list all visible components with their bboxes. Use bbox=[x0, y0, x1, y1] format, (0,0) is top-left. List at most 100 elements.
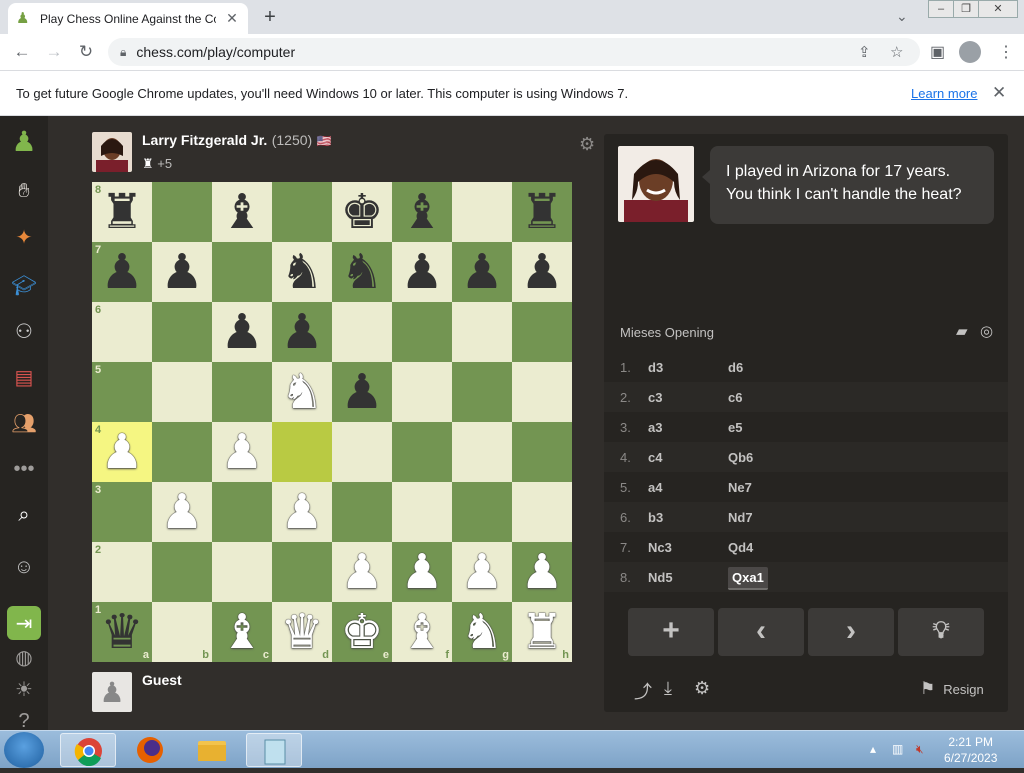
square-e4[interactable] bbox=[332, 422, 392, 482]
black-piece-g7[interactable]: ♟ bbox=[452, 242, 512, 302]
white-piece-b3[interactable]: ♟ bbox=[152, 482, 212, 542]
square-g6[interactable] bbox=[452, 302, 512, 362]
close-window-icon[interactable]: ✕ bbox=[978, 0, 1018, 18]
tray-expand-icon[interactable]: ▴ bbox=[870, 742, 876, 756]
square-g8[interactable] bbox=[452, 182, 512, 242]
learn-more-link[interactable]: Learn more bbox=[911, 86, 977, 101]
square-e6[interactable] bbox=[332, 302, 392, 362]
square-h4[interactable] bbox=[512, 422, 572, 482]
opening-book-icon[interactable]: ▰ bbox=[956, 322, 968, 340]
white-piece-f2[interactable]: ♟ bbox=[392, 542, 452, 602]
guest-avatar-pawn-icon[interactable]: ♟ bbox=[92, 672, 132, 712]
white-move[interactable]: Nd5 bbox=[648, 570, 728, 585]
square-a3[interactable]: 3 bbox=[92, 482, 152, 542]
black-move[interactable]: Nd7 bbox=[728, 510, 808, 525]
black-piece-a1[interactable]: ♛ bbox=[92, 602, 152, 662]
white-piece-a4[interactable]: ♟ bbox=[92, 422, 152, 482]
square-f5[interactable] bbox=[392, 362, 452, 422]
opponent-avatar[interactable] bbox=[92, 132, 132, 172]
white-piece-g2[interactable]: ♟ bbox=[452, 542, 512, 602]
white-move[interactable]: c4 bbox=[648, 450, 728, 465]
square-g5[interactable] bbox=[452, 362, 512, 422]
hint-lightbulb-button[interactable]: 💡︎ bbox=[898, 608, 984, 656]
tab-search-chevron-icon[interactable]: ⌄ bbox=[896, 8, 908, 25]
square-c2[interactable] bbox=[212, 542, 272, 602]
black-move[interactable]: Qd4 bbox=[728, 540, 808, 555]
opponent-name[interactable]: Larry Fitzgerald Jr. bbox=[142, 132, 267, 148]
add-friend-icon[interactable]: ☺ bbox=[9, 552, 39, 582]
black-move[interactable]: c6 bbox=[728, 390, 808, 405]
taskbar-chrome-icon[interactable] bbox=[60, 733, 116, 767]
player-name[interactable]: Guest bbox=[142, 672, 182, 688]
white-move[interactable]: a4 bbox=[648, 480, 728, 495]
black-move[interactable]: Qxa1 bbox=[728, 566, 808, 590]
close-tab-icon[interactable]: ✕ bbox=[224, 10, 240, 27]
square-b5[interactable] bbox=[152, 362, 212, 422]
new-tab-button[interactable]: + bbox=[258, 5, 282, 29]
learn-graduation-cap-icon[interactable]: 🎓︎ bbox=[9, 270, 39, 300]
language-globe-icon[interactable]: ◍ bbox=[9, 642, 39, 672]
square-d8[interactable] bbox=[272, 182, 332, 242]
bookmark-star-icon[interactable]: ☆ bbox=[890, 43, 903, 61]
chess-board[interactable]: 8 7 6 5 4 3 2 1 a b c d e f g h ♜ ♝ ♚ ♝ ♜ ♟ ♟ ♞ ♞ ♟ ♟ ♟ ♟ ♟ ♞ ♟ ♟ ♟ ♟ ♟ ♟ ♟ ♟ ♟… bbox=[92, 182, 572, 662]
square-c3[interactable] bbox=[212, 482, 272, 542]
square-c5[interactable] bbox=[212, 362, 272, 422]
white-move[interactable]: b3 bbox=[648, 510, 728, 525]
system-clock[interactable]: 2:21 PM 6/27/2023 bbox=[944, 734, 997, 766]
square-f3[interactable] bbox=[392, 482, 452, 542]
download-icon[interactable]: ⤓ bbox=[664, 678, 672, 699]
share-icon[interactable]: ⇪ bbox=[858, 43, 871, 61]
white-move[interactable]: c3 bbox=[648, 390, 728, 405]
black-piece-b7[interactable]: ♟ bbox=[152, 242, 212, 302]
white-piece-c4[interactable]: ♟ bbox=[212, 422, 272, 482]
black-piece-e5[interactable]: ♟ bbox=[332, 362, 392, 422]
black-piece-c8[interactable]: ♝ bbox=[212, 182, 272, 242]
news-icon[interactable]: ▤ bbox=[9, 362, 39, 392]
white-piece-c1[interactable]: ♝ bbox=[212, 602, 272, 662]
square-h6[interactable] bbox=[512, 302, 572, 362]
square-g4[interactable] bbox=[452, 422, 512, 482]
taskbar-notepad-icon[interactable] bbox=[246, 733, 302, 767]
social-icon[interactable]: 👥︎ bbox=[9, 408, 39, 438]
theme-sun-icon[interactable]: ☀ bbox=[9, 674, 39, 704]
square-h5[interactable] bbox=[512, 362, 572, 422]
black-move[interactable]: Qb6 bbox=[728, 450, 808, 465]
black-move[interactable]: Ne7 bbox=[728, 480, 808, 495]
side-panel-icon[interactable]: ▣ bbox=[930, 42, 945, 62]
previous-move-button[interactable]: ‹ bbox=[718, 608, 804, 656]
black-piece-e7[interactable]: ♞ bbox=[332, 242, 392, 302]
square-f6[interactable] bbox=[392, 302, 452, 362]
white-piece-h2[interactable]: ♟ bbox=[512, 542, 572, 602]
black-piece-h8[interactable]: ♜ bbox=[512, 182, 572, 242]
minimize-icon[interactable]: – bbox=[928, 0, 954, 18]
black-piece-a7[interactable]: ♟ bbox=[92, 242, 152, 302]
address-bar[interactable]: 🔒︎ chess.com/play/computer ⇪ ☆ bbox=[108, 38, 920, 66]
share-icon[interactable]: ⤴ bbox=[634, 678, 652, 704]
black-piece-f7[interactable]: ♟ bbox=[392, 242, 452, 302]
square-a6[interactable]: 6 bbox=[92, 302, 152, 362]
black-piece-a8[interactable]: ♜ bbox=[92, 182, 152, 242]
white-piece-e2[interactable]: ♟ bbox=[332, 542, 392, 602]
white-piece-d5[interactable]: ♞ bbox=[272, 362, 332, 422]
new-game-plus-button[interactable]: + bbox=[628, 608, 714, 656]
white-piece-f1[interactable]: ♝ bbox=[392, 602, 452, 662]
taskbar-firefox-icon[interactable] bbox=[122, 733, 178, 767]
explore-compass-icon[interactable]: ◎ bbox=[980, 322, 993, 340]
square-a5[interactable]: 5 bbox=[92, 362, 152, 422]
white-move[interactable]: Nc3 bbox=[648, 540, 728, 555]
square-f4[interactable] bbox=[392, 422, 452, 482]
black-move[interactable]: e5 bbox=[728, 420, 808, 435]
resign-button[interactable]: ⚑ Resign bbox=[920, 679, 984, 699]
browser-tab[interactable]: ♟ Play Chess Online Against the Co ✕ bbox=[8, 3, 248, 34]
start-button-windows-icon[interactable] bbox=[4, 732, 44, 768]
more-dots-icon[interactable]: ••• bbox=[9, 454, 39, 484]
white-piece-h1[interactable]: ♜ bbox=[512, 602, 572, 662]
maximize-icon[interactable]: ❐ bbox=[953, 0, 979, 18]
search-icon[interactable]: ⌕ bbox=[9, 500, 39, 530]
square-b4[interactable] bbox=[152, 422, 212, 482]
network-icon[interactable]: ▥ bbox=[892, 742, 903, 756]
taskbar-file-explorer-icon[interactable] bbox=[184, 733, 240, 767]
square-b2[interactable] bbox=[152, 542, 212, 602]
white-piece-d1[interactable]: ♛ bbox=[272, 602, 332, 662]
square-d2[interactable] bbox=[272, 542, 332, 602]
